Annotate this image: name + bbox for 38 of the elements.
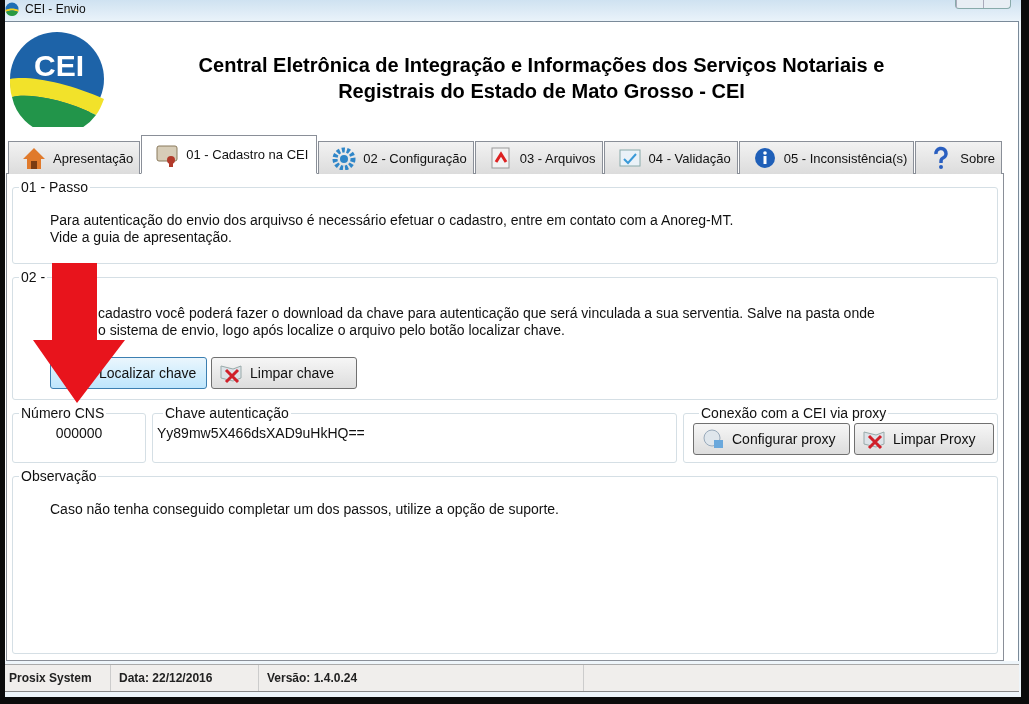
clear-icon [861, 428, 887, 450]
group-label: Conexão com a CEI via proxy [700, 405, 888, 421]
status-text: Data: 22/12/2016 [111, 665, 259, 691]
group-label: Chave autenticação [164, 405, 290, 421]
clear-icon [218, 362, 244, 384]
certificate-icon [154, 142, 181, 167]
key-value: Yy89mw5X466dsXAD9uHkHQ== [157, 425, 366, 442]
checklist-icon [616, 146, 643, 170]
instruction-text: Para autenticação do envio dos arquivso é necessário efetuar o cadastro, entre em contato com a Anoreg-MT. [50, 212, 735, 229]
group-label: 02 - [20, 269, 47, 285]
tab[interactable]: Apresentação [8, 141, 141, 174]
window-title: CEI - Envio [25, 2, 86, 16]
instruction-text: o sistema de envio, logo após localize o arquivo pelo botão localizar chave. [98, 322, 565, 338]
app-title: Central Eletrônica de Integração e Informações dos Serviços Notariais e [198, 53, 885, 77]
instruction-text: Vide a guia de apresentação. [50, 229, 233, 246]
button[interactable]: Limpar Proxy [854, 423, 994, 455]
status-text: Versão: 1.4.0.24 [259, 665, 584, 691]
status-text: Prosix System [5, 665, 111, 691]
tab[interactable]: 02 - Configuração [318, 141, 474, 174]
tab[interactable]: 03 - Arquivos [474, 141, 603, 174]
tab[interactable]: 05 - Inconsistência(s) [738, 141, 915, 174]
group-label: Número CNS [20, 405, 106, 421]
button[interactable]: Configurar proxy [693, 423, 850, 455]
app-title: Registrais do Estado de Mato Grosso - CEI [338, 79, 745, 103]
button[interactable]: Limpar chave [211, 357, 357, 389]
app-icon [5, 2, 19, 16]
network-icon [700, 428, 726, 450]
note-text: Caso não tenha conseguido completar um dos passos, utilize a opção de suporte. [50, 501, 560, 518]
cns-value: 000000 [55, 425, 103, 442]
instruction-text: cadastro você poderá fazer o download da chave para autenticação que será vinculada a sua serventia. Salve na pasta onde [98, 305, 875, 321]
tab[interactable]: Sobre [915, 141, 1002, 174]
group-label: 01 - Passo [20, 179, 89, 195]
tab[interactable]: 04 - Validação [603, 141, 738, 174]
house-icon [21, 146, 47, 170]
group-label: Observação [20, 468, 98, 484]
tab[interactable]: 01 - Cadastro na CEI [141, 135, 318, 174]
gear-icon [331, 146, 358, 170]
logo-text: CEI [34, 49, 84, 82]
